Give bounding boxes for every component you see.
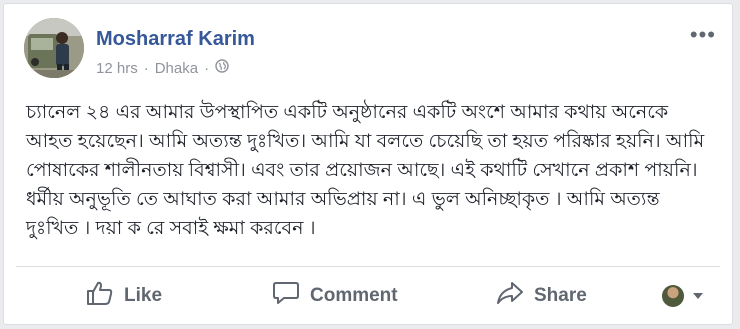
thumbs-up-icon bbox=[86, 280, 114, 312]
more-options-icon[interactable]: ••• bbox=[690, 22, 716, 48]
post-text: চ্যানেল ২৪ এর আমার উপস্থাপিত একটি অনুষ্ঠ… bbox=[26, 102, 705, 239]
react-as-selector[interactable] bbox=[662, 285, 704, 307]
share-button[interactable]: Share bbox=[496, 280, 587, 312]
share-arrow-icon bbox=[496, 280, 524, 312]
comment-label: Comment bbox=[310, 285, 398, 306]
post-actions: Like Comment Share bbox=[4, 267, 732, 325]
share-label: Share bbox=[534, 285, 587, 306]
user-avatar-icon bbox=[662, 285, 684, 307]
meta-separator: · bbox=[204, 59, 210, 77]
like-label: Like bbox=[124, 285, 163, 306]
avatar-photo bbox=[24, 18, 84, 78]
post-meta: 12 hrs · Dhaka · bbox=[96, 59, 229, 77]
author-avatar[interactable] bbox=[24, 18, 84, 78]
comment-bubble-icon bbox=[272, 280, 300, 312]
post-card: Mosharraf Karim 12 hrs · Dhaka · ••• চ্য… bbox=[3, 3, 733, 325]
globe-icon[interactable] bbox=[215, 59, 229, 77]
comment-button[interactable]: Comment bbox=[272, 280, 398, 312]
meta-separator: · bbox=[143, 59, 149, 77]
post-time[interactable]: 12 hrs bbox=[96, 60, 138, 77]
author-name[interactable]: Mosharraf Karim bbox=[96, 28, 255, 51]
like-button[interactable]: Like bbox=[86, 280, 162, 312]
caret-down-icon bbox=[692, 287, 704, 305]
post-location[interactable]: Dhaka bbox=[155, 60, 198, 77]
